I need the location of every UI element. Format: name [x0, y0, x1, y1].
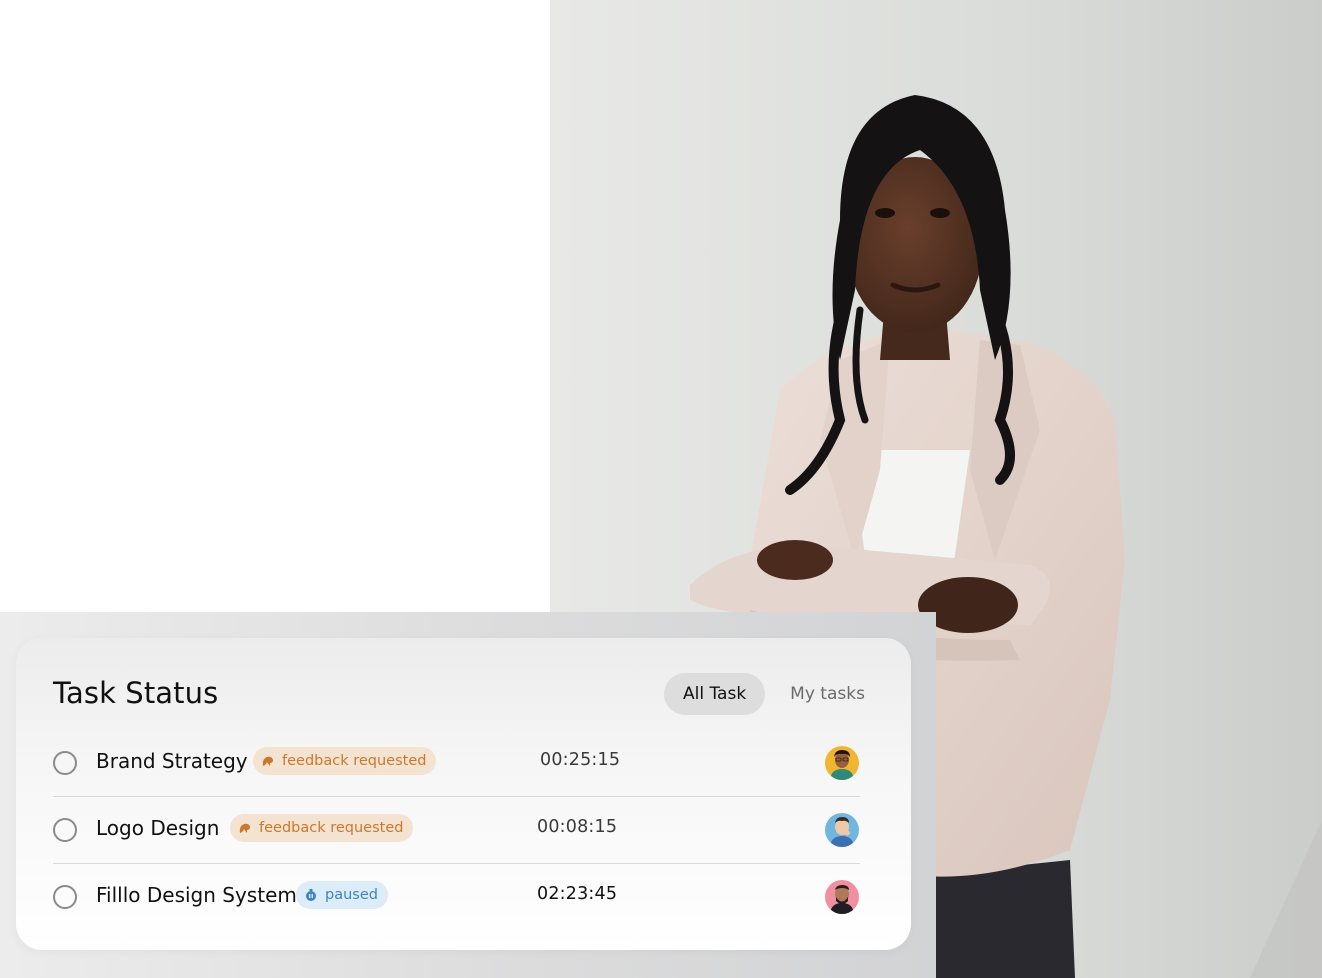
task-checkbox[interactable]	[53, 818, 77, 842]
tab-my-tasks[interactable]: My tasks	[771, 673, 884, 715]
tab-all-task[interactable]: All Task	[664, 673, 766, 715]
feedback-icon	[239, 823, 250, 833]
task-row[interactable]: Logo Design feedback requested 00:08:15	[53, 797, 860, 864]
man-avatar-blue-bg-icon	[825, 813, 859, 847]
task-name: Logo Design	[96, 816, 220, 840]
status-label: feedback requested	[282, 753, 427, 769]
page: Task Status All Task My tasks Brand Stra…	[0, 0, 1322, 978]
task-list: Brand Strategy feedback requested 00:25:…	[53, 730, 860, 930]
task-name: Brand Strategy	[96, 749, 248, 773]
card-title: Task Status	[53, 676, 219, 710]
paused-timer-icon	[306, 889, 316, 901]
feedback-icon	[262, 756, 273, 766]
task-row[interactable]: Brand Strategy feedback requested 00:25:…	[53, 730, 860, 797]
avatar	[825, 880, 859, 914]
avatar	[825, 813, 859, 847]
status-label: feedback requested	[259, 820, 404, 836]
task-checkbox[interactable]	[53, 885, 77, 909]
man-avatar-pink-bg-icon	[825, 880, 859, 914]
man-avatar-yellow-bg-icon	[825, 746, 859, 780]
task-filter-tabs: All Task My tasks	[664, 673, 884, 715]
task-time: 00:25:15	[540, 750, 621, 770]
task-time: 02:23:45	[537, 884, 618, 904]
status-badge-feedback: feedback requested	[253, 747, 437, 775]
task-name: Filllo Design System	[96, 883, 297, 907]
task-status-card: Task Status All Task My tasks Brand Stra…	[16, 638, 911, 950]
task-time: 00:08:15	[537, 817, 618, 837]
task-row[interactable]: Filllo Design System paused 02:23:45	[53, 864, 860, 930]
status-badge-feedback: feedback requested	[230, 814, 414, 842]
status-label: paused	[325, 887, 378, 903]
avatar	[825, 746, 859, 780]
status-badge-paused: paused	[296, 881, 388, 909]
task-checkbox[interactable]	[53, 751, 77, 775]
